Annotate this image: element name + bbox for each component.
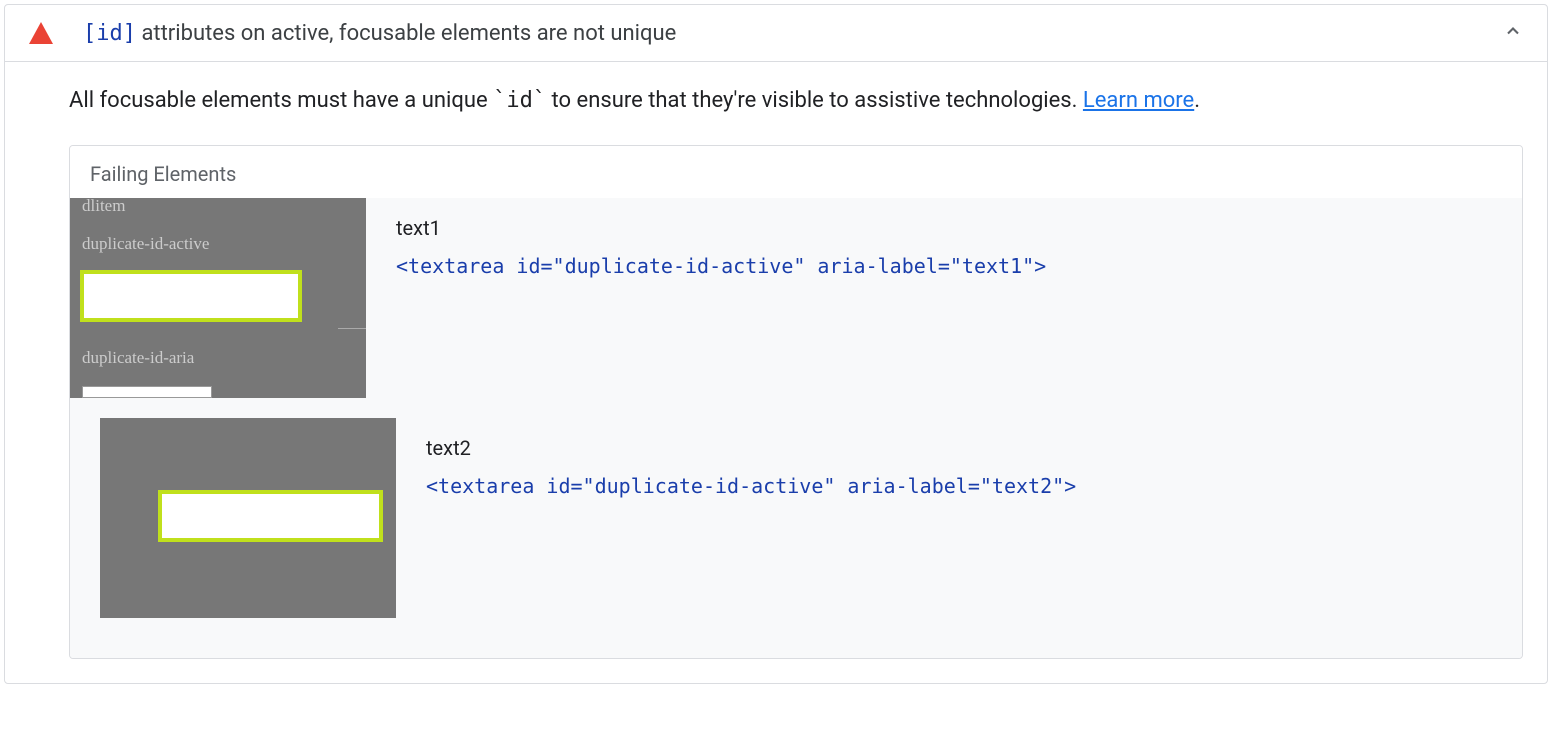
audit-title: [id] attributes on active, focusable ele… bbox=[83, 21, 1491, 46]
highlighted-element bbox=[158, 490, 383, 542]
thumb-text: dlitem bbox=[82, 196, 125, 216]
audit-description: All focusable elements must have a uniqu… bbox=[69, 86, 1523, 117]
element-thumbnail[interactable]: dlitem duplicate-id-active duplicate-id-… bbox=[70, 198, 366, 398]
desc-period: . bbox=[1194, 88, 1200, 113]
failing-detail: text2 <textarea id="duplicate-id-active"… bbox=[426, 418, 1502, 498]
thumb-line bbox=[338, 328, 366, 329]
thumb-text: duplicate-id-active bbox=[82, 234, 209, 254]
desc-code: `id` bbox=[493, 88, 546, 113]
audit-title-code: [id] bbox=[83, 21, 136, 46]
error-triangle-icon bbox=[29, 22, 53, 44]
element-code[interactable]: <textarea id="duplicate-id-active" aria-… bbox=[396, 254, 1502, 278]
failing-item: dlitem duplicate-id-active duplicate-id-… bbox=[70, 198, 1522, 418]
chevron-up-icon[interactable] bbox=[1503, 19, 1523, 47]
failing-detail: text1 <textarea id="duplicate-id-active"… bbox=[396, 198, 1502, 278]
element-label: text2 bbox=[426, 436, 1502, 460]
thumb-text: duplicate-id-aria bbox=[82, 348, 194, 368]
failing-elements-body: dlitem duplicate-id-active duplicate-id-… bbox=[70, 198, 1522, 658]
audit-panel: [id] attributes on active, focusable ele… bbox=[4, 4, 1548, 684]
audit-header[interactable]: [id] attributes on active, focusable ele… bbox=[5, 5, 1547, 62]
element-label: text1 bbox=[396, 216, 1502, 240]
highlighted-element bbox=[80, 270, 302, 322]
thumb-box bbox=[82, 386, 212, 398]
failing-elements-header: Failing Elements bbox=[70, 146, 1522, 198]
desc-post: to ensure that they're visible to assist… bbox=[546, 88, 1083, 113]
audit-title-text: attributes on active, focusable elements… bbox=[136, 21, 676, 46]
failing-item: text2 <textarea id="duplicate-id-active"… bbox=[70, 418, 1522, 638]
failing-elements-box: Failing Elements dlitem duplicate-id-act… bbox=[69, 145, 1523, 659]
learn-more-link[interactable]: Learn more bbox=[1083, 88, 1194, 113]
desc-pre: All focusable elements must have a uniqu… bbox=[69, 88, 493, 113]
element-thumbnail[interactable] bbox=[100, 418, 396, 618]
audit-body: All focusable elements must have a uniqu… bbox=[5, 62, 1547, 683]
element-code[interactable]: <textarea id="duplicate-id-active" aria-… bbox=[426, 474, 1502, 498]
